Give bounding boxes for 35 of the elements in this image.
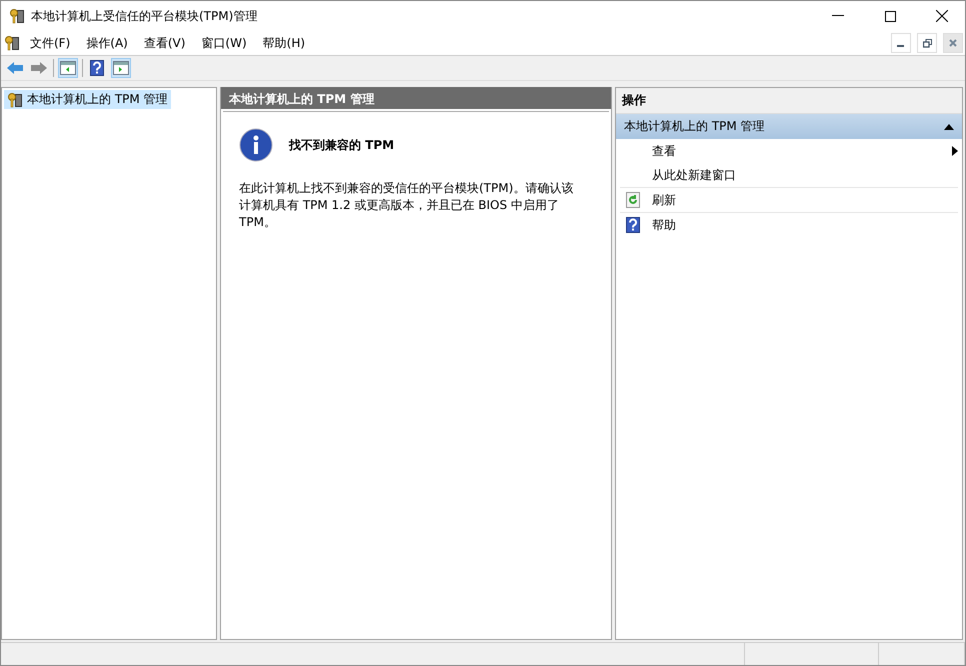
close-icon [936, 10, 948, 22]
refresh-icon [626, 192, 640, 208]
maximize-icon [884, 10, 896, 22]
info-icon [239, 128, 273, 162]
menu-item[interactable]: 文件(F) [24, 32, 76, 54]
toggle-action-pane-button[interactable] [111, 58, 131, 78]
minimize-icon [832, 15, 844, 17]
key-icon [7, 92, 23, 108]
help-button[interactable] [87, 58, 107, 78]
section-header[interactable]: 本地计算机上的 TPM 管理 [616, 114, 962, 139]
submenu-arrow-icon [952, 146, 958, 156]
document-icon [4, 35, 20, 51]
menu-item[interactable]: 窗口(W) [195, 32, 253, 54]
action-item[interactable]: 查看 [620, 139, 958, 163]
message-title: 找不到兼容的 TPM [289, 136, 394, 154]
pane-header: 本地计算机上的 TPM 管理 [221, 87, 611, 109]
message-text: 在此计算机上找不到兼容的受信任的平台模块(TPM)。请确认该计算机具有 TPM 1.2 或更高版本，并且已在 BIOS 中启用了 TPM。 [239, 180, 574, 231]
menu-item[interactable]: 查看(V) [138, 32, 192, 54]
close-icon [949, 39, 957, 47]
menu-item[interactable]: 帮助(H) [256, 32, 312, 54]
action-item[interactable]: 刷新 [620, 187, 958, 212]
menu-item[interactable]: 操作(A) [80, 32, 134, 54]
toggle-tree-button[interactable] [58, 58, 78, 78]
action-item[interactable]: 帮助 [620, 212, 958, 237]
tree-item[interactable]: 本地计算机上的 TPM 管理 [4, 90, 171, 109]
window-title: 本地计算机上受信任的平台模块(TPM)管理 [31, 8, 258, 24]
action-item[interactable]: 从此处新建窗口 [620, 163, 958, 187]
restore-icon [922, 38, 932, 48]
pane-header: 操作 [616, 88, 962, 114]
help-icon [626, 217, 640, 233]
minimize-button[interactable] [891, 33, 911, 53]
app-icon [9, 8, 25, 24]
help-icon [90, 60, 104, 76]
restore-button[interactable] [917, 33, 937, 53]
collapse-icon [944, 124, 954, 130]
